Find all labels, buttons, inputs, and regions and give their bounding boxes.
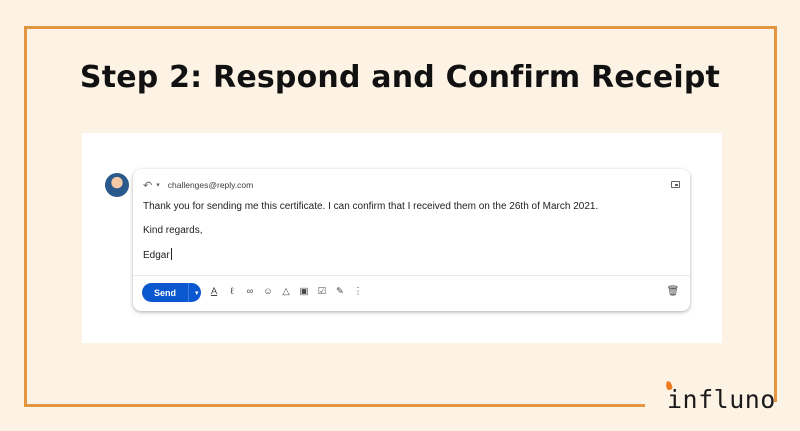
formatting-icon[interactable]: A [207, 285, 221, 299]
send-button[interactable]: Send [142, 288, 188, 298]
brand-logo: influno [667, 385, 776, 414]
attach-icon[interactable]: ℓ [225, 285, 239, 299]
send-options-chevron-icon[interactable]: ▾ [189, 289, 199, 297]
signature-icon[interactable]: ✎ [333, 285, 347, 299]
chevron-down-icon[interactable]: ▾ [156, 181, 160, 189]
body-line-1[interactable]: Thank you for sending me this certificat… [143, 201, 598, 212]
drive-icon[interactable]: △ [279, 285, 293, 299]
text-cursor [170, 248, 172, 260]
trash-icon[interactable]: 🗑 [666, 285, 680, 299]
reply-arrow-icon[interactable]: ↶ [143, 179, 152, 192]
popout-icon[interactable] [671, 181, 680, 188]
body-line-3[interactable]: Edgar [143, 248, 172, 261]
recipient-email[interactable]: challenges@reply.com [168, 180, 253, 190]
photo-icon[interactable]: ▣ [297, 285, 311, 299]
send-button-group: Send ▾ [142, 283, 201, 302]
avatar [105, 173, 129, 197]
reply-compose-box: ↶ ▾ challenges@reply.com Thank you for s… [133, 169, 690, 311]
link-icon[interactable]: ∞ [243, 285, 257, 299]
confidential-icon[interactable]: ☑ [315, 285, 329, 299]
body-line-2[interactable]: Kind regards, [143, 225, 202, 236]
recipient-row: ↶ ▾ challenges@reply.com [143, 178, 253, 192]
page-heading: Step 2: Respond and Confirm Receipt [79, 60, 721, 95]
emoji-icon[interactable]: ☺ [261, 285, 275, 299]
more-options-icon[interactable]: ⋮ [351, 285, 365, 299]
signature-name: Edgar [143, 250, 170, 261]
toolbar-divider [133, 275, 690, 276]
